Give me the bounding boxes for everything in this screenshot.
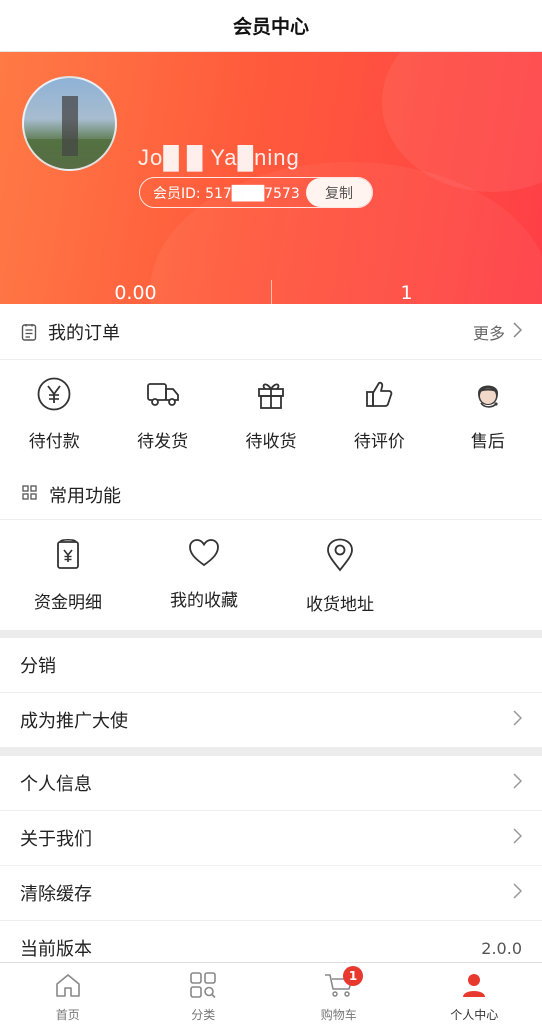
- about-us-label: 关于我们: [20, 829, 92, 850]
- order-pending-payment[interactable]: 待付款: [0, 374, 108, 470]
- avatar-figure: [62, 96, 78, 156]
- balance-stat[interactable]: 0.00 余额: [0, 280, 271, 304]
- orders-header: 我的订单 更多: [0, 304, 542, 360]
- orders-more-label: 更多: [472, 323, 505, 343]
- stats-divider: [271, 280, 272, 304]
- order-item-label: 待发货: [137, 432, 189, 452]
- common-functions-title: 常用功能: [49, 485, 121, 507]
- chevron-right-icon: [513, 882, 523, 904]
- clear-cache-row[interactable]: 清除缓存: [0, 866, 542, 921]
- about-us-row[interactable]: 关于我们: [0, 811, 542, 866]
- fund-details[interactable]: 资金明细: [0, 538, 136, 630]
- order-item-label: 待付款: [28, 432, 80, 452]
- common-functions-header: 常用功能: [0, 470, 542, 520]
- account-stats: 0.00 余额 1 积分: [0, 280, 542, 304]
- order-list-icon: [20, 323, 38, 341]
- bottom-tab-bar: 首页 分类 1 购物车 个人中心: [0, 962, 542, 1024]
- customer-service-icon: [468, 374, 508, 414]
- my-favorites[interactable]: 我的收藏: [136, 538, 272, 630]
- clear-cache-label: 清除缓存: [20, 884, 92, 905]
- wallet-yen-icon: [54, 538, 82, 574]
- order-pending-receipt[interactable]: 待收货: [217, 374, 325, 470]
- category-grid-icon: [189, 972, 217, 1002]
- order-pending-shipment[interactable]: 待发货: [108, 374, 216, 470]
- tab-category[interactable]: 分类: [136, 963, 272, 1024]
- orders-title: 我的订单: [48, 322, 120, 344]
- order-pending-review[interactable]: 待评价: [325, 374, 433, 470]
- home-icon: [54, 972, 82, 1002]
- version-value: 2.0.0: [481, 938, 522, 958]
- balance-value: 0.00: [114, 282, 157, 304]
- page-header: 会员中心: [0, 0, 542, 52]
- section-separator: [0, 748, 542, 756]
- grid-icon: [22, 485, 37, 504]
- truck-icon: [143, 374, 183, 414]
- become-promoter-row[interactable]: 成为推广大使: [0, 693, 542, 748]
- cart-count-badge: 1: [343, 966, 363, 986]
- chevron-right-icon: [513, 827, 523, 849]
- points-stat[interactable]: 1 积分: [271, 280, 542, 304]
- tab-label: 分类: [191, 1008, 216, 1022]
- order-item-label: 待收货: [245, 432, 297, 452]
- heart-icon: [188, 538, 220, 572]
- order-status-row: 待付款 待发货 待收货 待评价 售后: [0, 360, 542, 470]
- order-after-sales[interactable]: 售后: [434, 374, 542, 470]
- tab-home[interactable]: 首页: [0, 963, 136, 1024]
- tab-label: 首页: [55, 1008, 80, 1022]
- tab-label: 个人中心: [450, 1008, 499, 1022]
- function-label: 我的收藏: [170, 591, 238, 611]
- gift-icon: [251, 374, 291, 414]
- version-label: 当前版本: [20, 939, 92, 960]
- chevron-right-icon: [513, 772, 523, 794]
- avatar[interactable]: [22, 76, 117, 171]
- function-label: 收货地址: [306, 595, 374, 615]
- order-item-label: 售后: [470, 432, 505, 452]
- copy-button[interactable]: 复制: [306, 178, 372, 207]
- distribution-title: 分销: [20, 656, 56, 677]
- username: Jo█ █ Ya█ning: [138, 145, 300, 170]
- orders-more-link[interactable]: 更多: [472, 320, 523, 344]
- personal-info-row[interactable]: 个人信息: [0, 756, 542, 811]
- chevron-right-icon: [513, 709, 523, 731]
- personal-info-label: 个人信息: [20, 774, 92, 795]
- become-promoter-label: 成为推广大使: [20, 711, 128, 732]
- location-pin-icon: [326, 538, 354, 576]
- order-item-label: 待评价: [353, 432, 405, 452]
- page-title: 会员中心: [232, 16, 309, 38]
- profile-card: Jo█ █ Ya█ning 会员ID: 517███7573 复制 0.00 余…: [0, 52, 542, 304]
- points-value: 1: [400, 282, 413, 304]
- tab-label: 购物车: [320, 1008, 357, 1022]
- tab-profile[interactable]: 个人中心: [407, 963, 542, 1024]
- function-label: 资金明细: [34, 593, 102, 613]
- chevron-right-icon: [513, 321, 523, 342]
- distribution-title-row: 分销: [0, 638, 542, 693]
- member-id: 会员ID: 517███7573: [153, 185, 300, 202]
- common-functions-row: 资金明细 我的收藏 收货地址: [0, 520, 542, 630]
- shipping-address[interactable]: 收货地址: [272, 538, 408, 630]
- tab-cart[interactable]: 1 购物车: [271, 963, 407, 1024]
- thumbs-up-icon: [359, 374, 399, 414]
- yen-circle-icon: [34, 374, 74, 414]
- user-icon: [461, 972, 487, 1002]
- member-id-pill: 会员ID: 517███7573 复制: [139, 177, 373, 208]
- section-separator: [0, 630, 542, 638]
